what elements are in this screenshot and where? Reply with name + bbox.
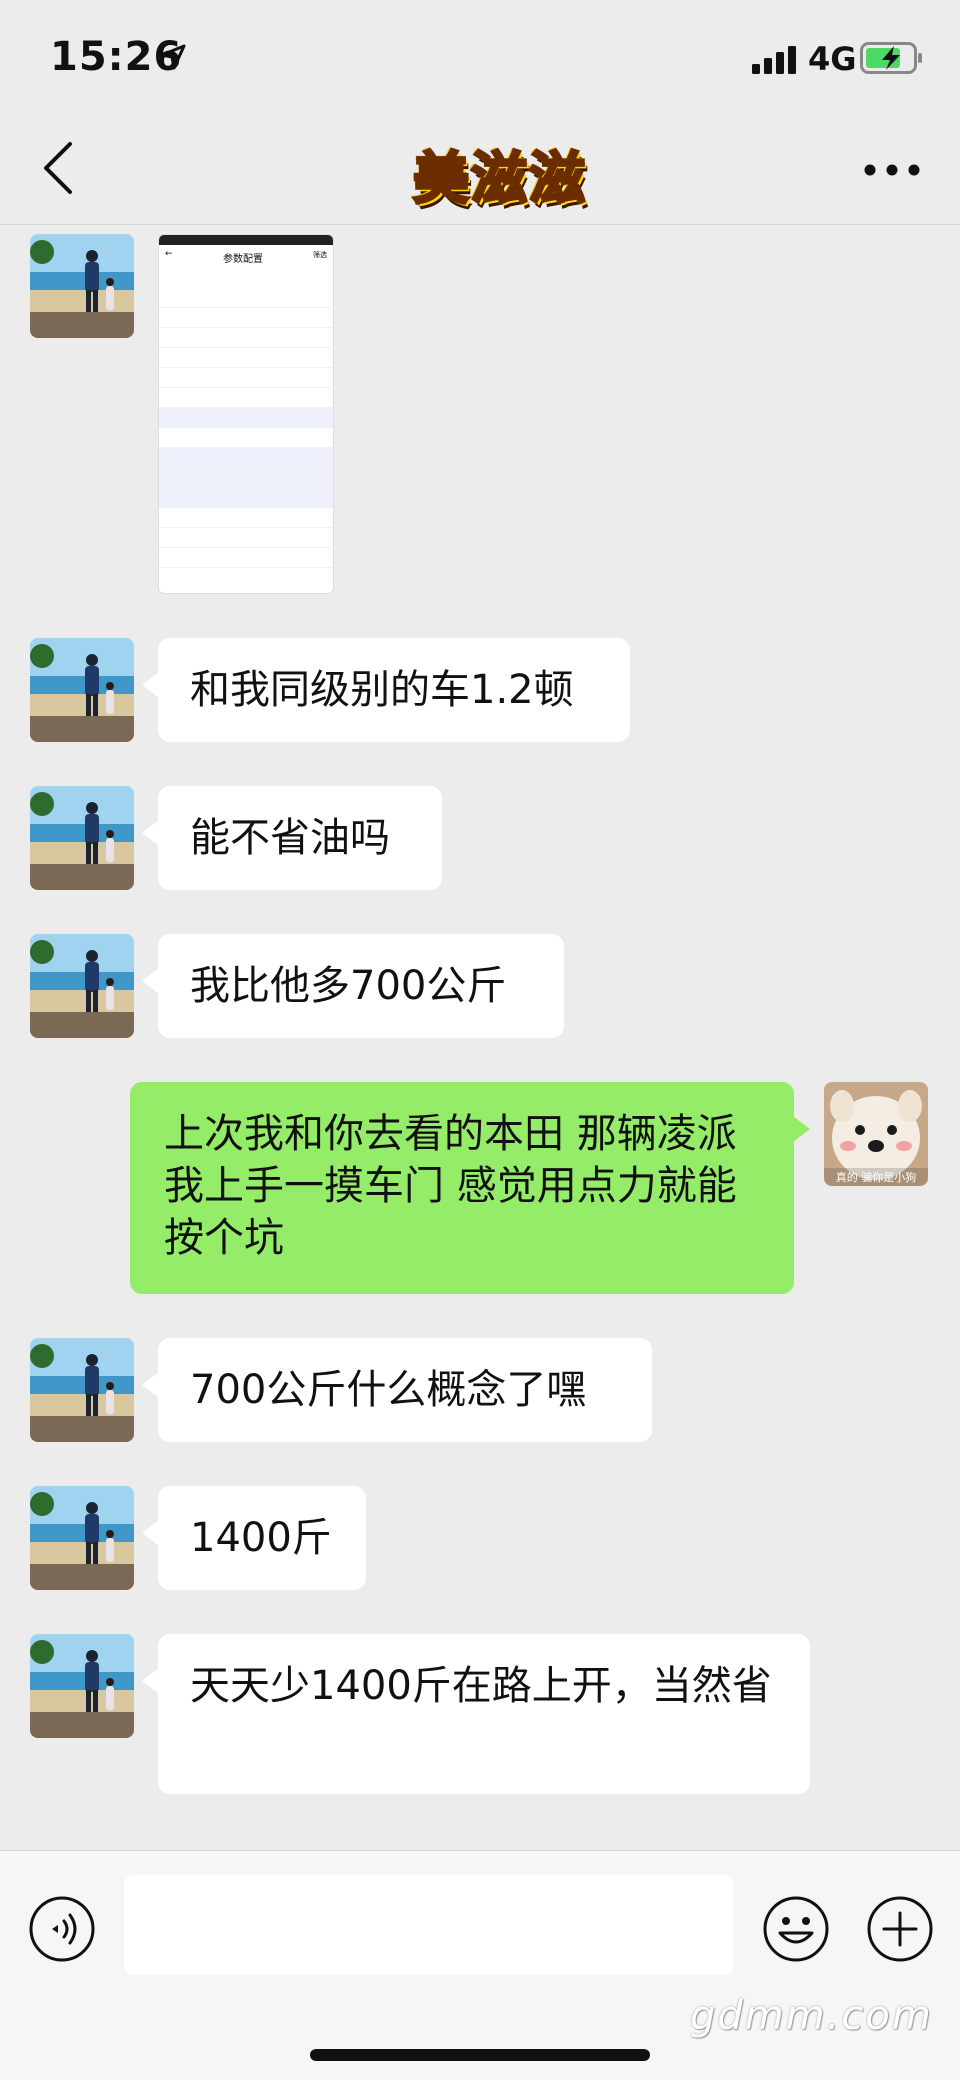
my-avatar[interactable]: 真的 骗你是小狗 xyxy=(824,1082,928,1186)
network-type: 4G xyxy=(808,40,857,78)
message-bubble-outgoing[interactable]: 上次我和你去看的本田 那辆凌派 我上手一摸车门 感觉用点力就能按个坑 xyxy=(130,1082,810,1294)
header-divider xyxy=(0,224,960,225)
location-arrow-icon xyxy=(160,44,186,70)
message-bubble-incoming[interactable]: 和我同级别的车1.2顿 xyxy=(142,638,630,742)
input-bar: gdmm.com xyxy=(0,1850,960,2080)
shared-image-title: 参数配置 xyxy=(223,254,263,265)
message-bubble-incoming[interactable]: 天天少1400斤在路上开，当然省 xyxy=(142,1634,810,1794)
plus-icon[interactable] xyxy=(866,1895,934,1963)
contact-avatar[interactable] xyxy=(30,786,134,890)
message-text: 天天少1400斤在路上开，当然省 xyxy=(190,1663,772,1709)
watermark: gdmm.com xyxy=(690,1993,933,2039)
contact-avatar[interactable] xyxy=(30,1486,134,1590)
message-bubble-incoming[interactable]: 我比他多700公斤 xyxy=(142,934,564,1038)
status-bar: 15:26 4G xyxy=(0,0,960,110)
battery-charging-icon xyxy=(860,42,922,74)
signal-icon xyxy=(752,46,796,74)
message-bubble-incoming[interactable]: 能不省油吗 xyxy=(142,786,442,890)
chat-header: 美滋滋 xyxy=(0,110,960,226)
message-text: 和我同级别的车1.2顿 xyxy=(190,667,574,713)
message-text: 上次我和你去看的本田 那辆凌派 我上手一摸车门 感觉用点力就能按个坑 xyxy=(164,1111,737,1261)
contact-avatar[interactable] xyxy=(30,934,134,1038)
shared-image-action: 筛选 xyxy=(313,251,327,259)
message-text: 我比他多700公斤 xyxy=(190,963,507,1009)
contact-avatar[interactable] xyxy=(30,638,134,742)
more-options-icon[interactable] xyxy=(862,162,922,178)
message-input[interactable] xyxy=(124,1875,734,1975)
message-text: 1400斤 xyxy=(190,1515,332,1561)
my-avatar-caption: 真的 骗你是小狗 xyxy=(836,1170,917,1184)
contact-avatar[interactable] xyxy=(30,234,134,338)
home-indicator[interactable] xyxy=(310,2049,650,2061)
chat-title: 美滋滋 xyxy=(412,145,587,214)
voice-input-icon[interactable] xyxy=(28,1895,96,1963)
message-bubble-incoming[interactable]: 700公斤什么概念了嘿 xyxy=(142,1338,652,1442)
shared-screenshot-image[interactable]: ← 参数配置 筛选 xyxy=(158,234,334,594)
message-bubble-incoming[interactable]: 1400斤 xyxy=(142,1486,366,1590)
message-text: 能不省油吗 xyxy=(190,815,390,861)
emoji-icon[interactable] xyxy=(762,1895,830,1963)
contact-avatar[interactable] xyxy=(30,1634,134,1738)
back-chevron-icon[interactable] xyxy=(38,140,78,196)
contact-avatar[interactable] xyxy=(30,1338,134,1442)
message-text: 700公斤什么概念了嘿 xyxy=(190,1367,587,1413)
